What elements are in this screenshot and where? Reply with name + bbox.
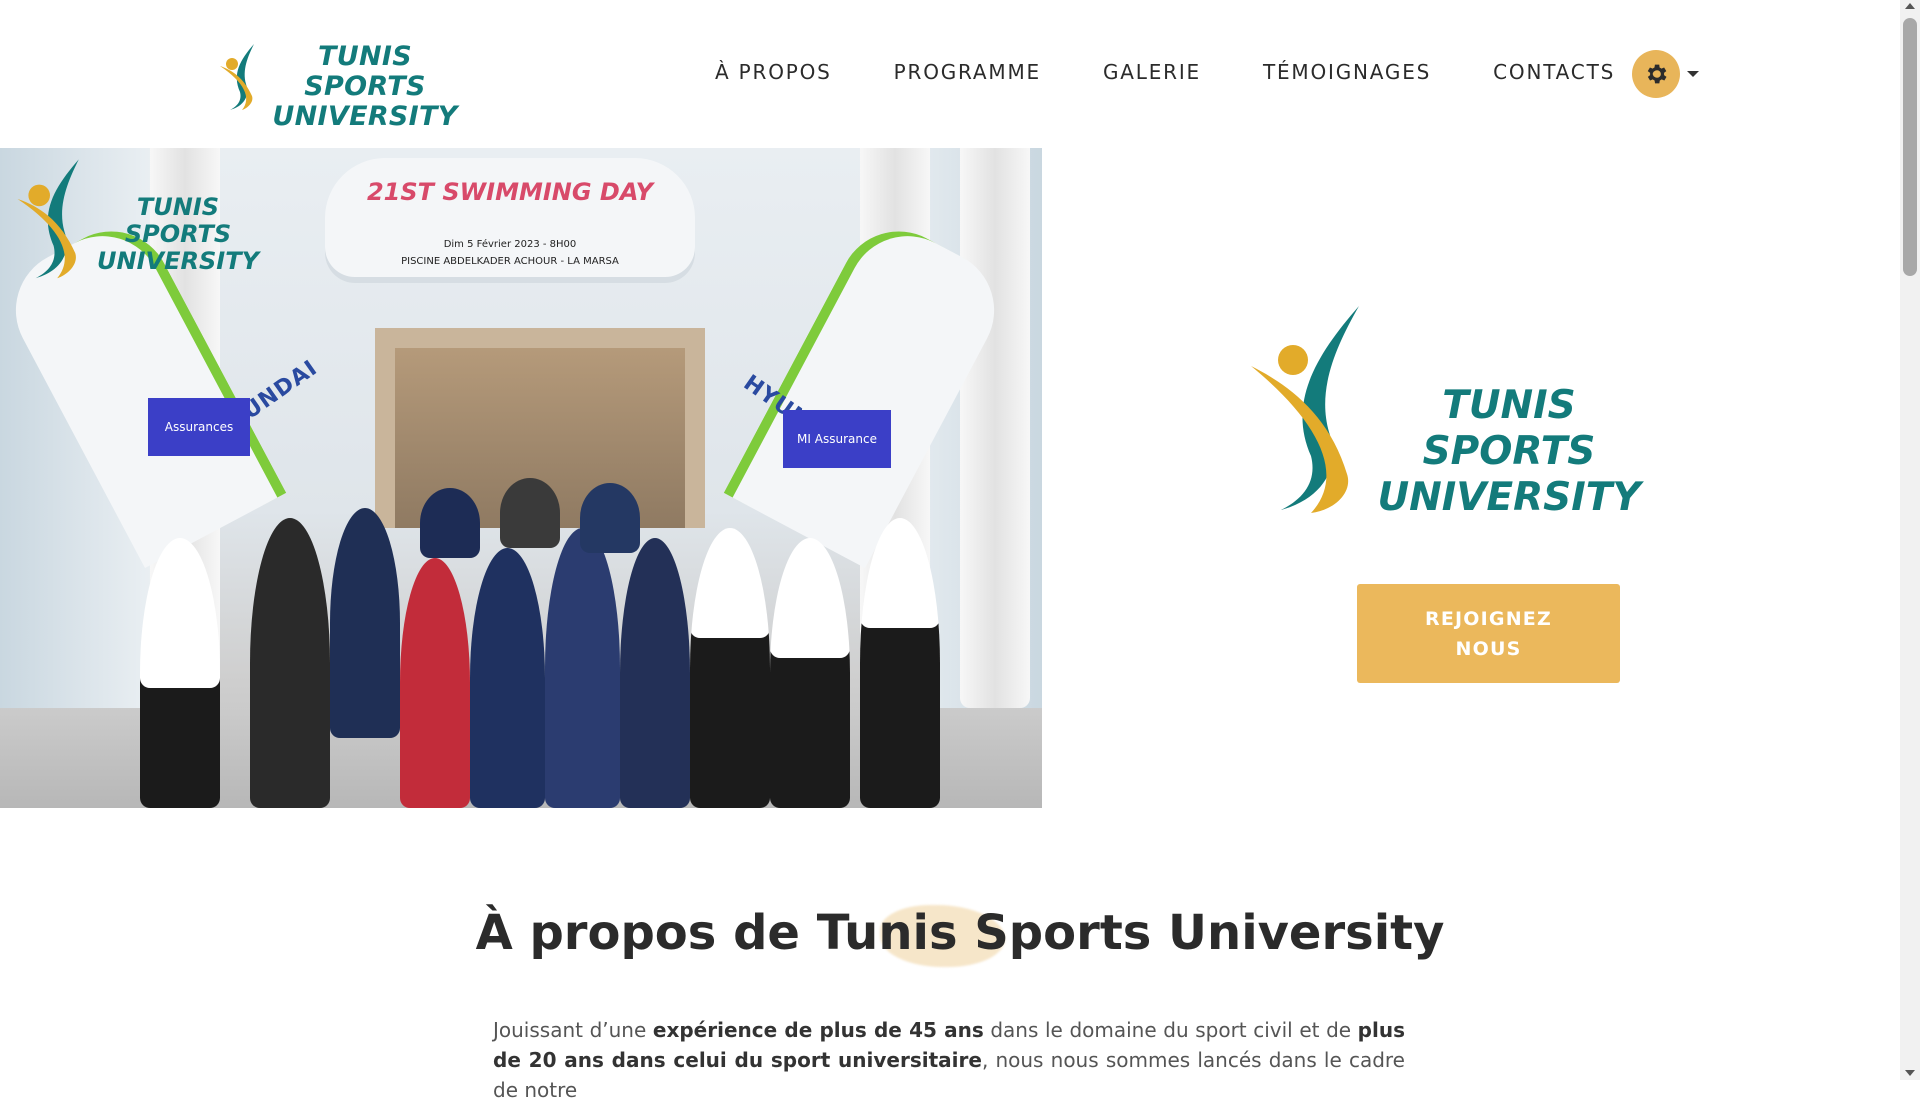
- person: [580, 483, 640, 553]
- photo-crowd: [80, 448, 1040, 808]
- nav-item-contacts[interactable]: CONTACTS: [1493, 60, 1615, 84]
- brand-logo-mark: [220, 44, 254, 110]
- person: [545, 528, 620, 808]
- brand-name: TUNIS SPORTS UNIVERSITY: [262, 42, 468, 132]
- watermark-logo-text: TUNIS SPORTS UNIVERSITY: [82, 194, 274, 275]
- settings-button[interactable]: [1632, 50, 1680, 98]
- person: [690, 528, 770, 808]
- scroll-up-icon[interactable]: [1905, 3, 1915, 9]
- arch-venue: PISCINE ABDELKADER ACHOUR - LA MARSA: [401, 256, 619, 267]
- hero-photo: 21ST SWIMMING DAY Dim 5 Février 2023 - 8…: [0, 148, 1042, 808]
- gear-icon: [1647, 64, 1667, 84]
- person: [140, 538, 220, 808]
- nav-item-programme[interactable]: PROGRAMME: [894, 60, 1041, 84]
- vertical-scrollbar[interactable]: [1900, 0, 1920, 1080]
- person: [470, 548, 545, 808]
- join-us-button[interactable]: REJOIGNEZ NOUS: [1357, 584, 1620, 683]
- hero-logo-line1: TUNIS SPORTS: [1422, 383, 1596, 474]
- arch-date: Dim 5 Février 2023 - 8H00: [443, 239, 577, 250]
- person: [500, 478, 560, 548]
- arch-subtitle: Dim 5 Février 2023 - 8H00 PISCINE ABDELK…: [340, 236, 680, 270]
- nav-item-a-propos[interactable]: À PROPOS: [715, 60, 832, 84]
- chevron-down-icon: [1687, 71, 1699, 77]
- nav-item-temoignages[interactable]: TÉMOIGNAGES: [1263, 60, 1431, 84]
- person: [250, 518, 330, 808]
- person: [330, 508, 400, 738]
- about-text-part: dans le domaine du sport civil et de: [983, 1018, 1358, 1042]
- main-nav: À PROPOS PROGRAMME GALERIE TÉMOIGNAGES C…: [715, 60, 1615, 84]
- join-us-label-line2: NOUS: [1455, 637, 1522, 660]
- brand-logo[interactable]: TUNIS SPORTS UNIVERSITY: [218, 40, 468, 132]
- hero-logo-line2: UNIVERSITY: [1377, 475, 1641, 520]
- hero-logo: TUNIS SPORTS UNIVERSITY: [1245, 288, 1665, 528]
- person: [420, 488, 480, 558]
- brand-name-line2: UNIVERSITY: [272, 101, 458, 132]
- watermark-line1: TUNIS SPORTS: [124, 193, 232, 248]
- about-text-bold: expérience de plus de 45 ans: [652, 1018, 984, 1042]
- about-title: À propos de Tunis Sports University: [475, 905, 1445, 961]
- person: [860, 518, 940, 808]
- brand-name-line1: TUNIS SPORTS: [304, 41, 426, 102]
- about-paragraph: Jouissant d’une expérience de plus de 45…: [493, 1015, 1405, 1105]
- scroll-down-icon[interactable]: [1905, 1070, 1915, 1076]
- hero-logo-text: TUNIS SPORTS UNIVERSITY: [1353, 383, 1665, 521]
- settings-dropdown[interactable]: [1632, 50, 1700, 98]
- photo-watermark-logo: TUNIS SPORTS UNIVERSITY: [14, 152, 274, 279]
- person: [620, 538, 690, 808]
- watermark-line2: UNIVERSITY: [97, 247, 259, 275]
- about-text-part: Jouissant d’une: [493, 1018, 653, 1042]
- site-header: TUNIS SPORTS UNIVERSITY À PROPOS PROGRAM…: [0, 0, 1900, 148]
- person: [400, 558, 470, 808]
- scrollbar-thumb[interactable]: [1903, 18, 1917, 276]
- arch-title: 21ST SWIMMING DAY: [366, 178, 654, 206]
- nav-item-galerie[interactable]: GALERIE: [1103, 60, 1201, 84]
- join-us-label-line1: REJOIGNEZ: [1425, 607, 1552, 630]
- join-us-label: REJOIGNEZ NOUS: [1425, 604, 1552, 664]
- person: [770, 538, 850, 808]
